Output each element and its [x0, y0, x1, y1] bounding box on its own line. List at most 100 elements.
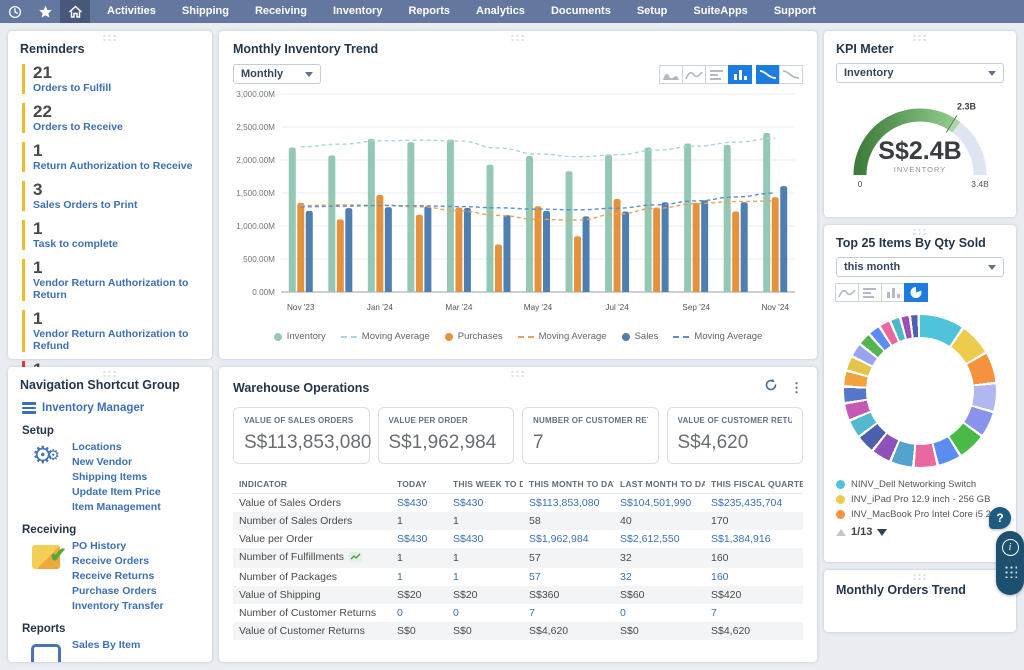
nav-item-reports[interactable]: Reports	[395, 0, 463, 23]
shortcut-link[interactable]: Shipping Items	[72, 470, 161, 485]
inventory-trend-panel: Monthly Inventory Trend Monthly 0.00M500…	[219, 31, 817, 359]
nav-item-receiving[interactable]: Receiving	[242, 0, 320, 23]
reminder-link[interactable]: Task to complete	[33, 238, 200, 250]
value-cell[interactable]: 0	[614, 604, 705, 622]
area-chart-icon[interactable]	[659, 65, 683, 84]
legend-item[interactable]: Sales	[622, 331, 659, 342]
help-button[interactable]: ?	[989, 507, 1011, 529]
legend-item[interactable]: Purchases	[445, 331, 503, 342]
legend-color-dot	[836, 510, 845, 519]
shortcut-link[interactable]: Locations	[72, 440, 161, 455]
line-chart-icon[interactable]	[835, 283, 859, 302]
value-cell[interactable]: S$2,612,550	[614, 530, 705, 548]
value-cell[interactable]: S$235,435,704	[705, 494, 803, 513]
shortcut-link[interactable]: Sales By Item	[72, 638, 140, 653]
trend-curve2-icon[interactable]	[779, 65, 803, 84]
sparkline-icon[interactable]	[349, 552, 362, 565]
hbar-chart-icon[interactable]	[705, 65, 729, 84]
legend-label: INV_iPad Pro 12.9 inch - 256 GB	[851, 492, 990, 507]
legend-item[interactable]: Moving Average	[341, 331, 430, 342]
orders-trend-title: Monthly Orders Trend	[836, 583, 1004, 597]
value-cell[interactable]: 7	[523, 604, 614, 622]
shortcut-section-heading: Receiving	[22, 524, 200, 536]
line-chart-icon[interactable]	[682, 65, 706, 84]
legend-item[interactable]: Inventory	[274, 331, 326, 342]
value-cell[interactable]: 7	[705, 604, 803, 622]
history-icon[interactable]	[0, 0, 30, 23]
top-items-select[interactable]: this month	[836, 257, 1004, 277]
value-cell[interactable]: S$430	[391, 494, 447, 513]
feedback-widget[interactable]: i	[996, 531, 1024, 595]
reminder-link[interactable]: Vendor Return Authorization to Refund	[33, 328, 200, 352]
shortcut-link[interactable]: Receive Orders	[72, 554, 164, 569]
table-column-header[interactable]: LAST MONTH TO DATE	[614, 474, 705, 494]
nav-item-setup[interactable]: Setup	[624, 0, 681, 23]
kpi-meter-select[interactable]: Inventory	[836, 63, 1004, 83]
value-cell[interactable]: 0	[447, 604, 523, 622]
legend-page-down-icon[interactable]	[877, 529, 887, 536]
pie-legend-item[interactable]: INV_iPad Pro 12.9 inch - 256 GB	[836, 492, 1004, 507]
shortcut-link[interactable]: PO History	[72, 539, 164, 554]
info-icon[interactable]: i	[1002, 539, 1019, 556]
shortcut-section-heading: Reports	[22, 623, 200, 635]
pie-legend-item[interactable]: NINV_Dell Networking Switch	[836, 477, 1004, 492]
inventory-trend-chart[interactable]: 0.00M500.00M1,000.00M1,500.00M2,000.00M2…	[233, 84, 803, 322]
pie-legend-item[interactable]: INV_MacBook Pro Intel Core i5 2 GHz D	[836, 507, 1004, 522]
star-icon[interactable]	[30, 0, 60, 23]
value-cell[interactable]: 1	[391, 568, 447, 586]
value-cell[interactable]: S$430	[447, 530, 523, 548]
legend-item[interactable]: Moving Average	[673, 331, 762, 342]
nav-item-activities[interactable]: Activities	[94, 0, 169, 23]
value-cell[interactable]: 1	[447, 568, 523, 586]
legend-item[interactable]: Moving Average	[518, 331, 607, 342]
shortcut-link[interactable]: New Vendor	[72, 455, 161, 470]
kebab-menu-icon[interactable]: ⋮	[790, 381, 803, 394]
table-column-header[interactable]: THIS WEEK TO DATE	[447, 474, 523, 494]
value-cell[interactable]: 57	[523, 568, 614, 586]
reminder-link[interactable]: Vendor Return Authorization to Return	[33, 277, 200, 301]
vbar-chart-icon[interactable]	[881, 283, 905, 302]
nav-item-documents[interactable]: Documents	[538, 0, 624, 23]
trend-curve-icon[interactable]	[756, 65, 780, 84]
value-cell[interactable]: S$113,853,080	[523, 494, 614, 513]
value-cell[interactable]: 0	[391, 604, 447, 622]
reminder-link[interactable]: Orders to Receive	[33, 121, 200, 133]
value-cell[interactable]: 32	[614, 568, 705, 586]
indicator-cell: Value of Shipping	[233, 586, 391, 604]
nav-item-shipping[interactable]: Shipping	[169, 0, 242, 23]
shortcut-link[interactable]: Inventory Transfer	[72, 599, 164, 614]
top-items-donut-chart[interactable]	[844, 315, 996, 467]
shortcut-link[interactable]: Update Item Price	[72, 485, 161, 500]
shortcut-link[interactable]: Receive Returns	[72, 569, 164, 584]
shortcut-inventory-manager[interactable]: Inventory Manager	[22, 400, 200, 416]
reminder-link[interactable]: Return Authorization to Receive	[33, 160, 200, 172]
kpi-tile-value: S$113,853,080	[244, 432, 359, 454]
table-column-header[interactable]: THIS MONTH TO DATE	[523, 474, 614, 494]
value-cell[interactable]: S$1,384,916	[705, 530, 803, 548]
nav-item-analytics[interactable]: Analytics	[463, 0, 538, 23]
shortcut-link[interactable]: Item Management	[72, 500, 161, 515]
table-column-header[interactable]: THIS FISCAL QUARTER TO DATE	[705, 474, 803, 494]
value-cell[interactable]: S$430	[447, 494, 523, 513]
hbar-chart-icon[interactable]	[858, 283, 882, 302]
value-cell[interactable]: S$430	[391, 530, 447, 548]
reminder-link[interactable]: Sales Orders to Print	[33, 199, 200, 211]
pie-chart-icon[interactable]	[904, 283, 928, 302]
reminder-link[interactable]: Orders to Fulfill	[33, 82, 200, 94]
kpi-tile: VALUE PER ORDERS$1,962,984	[378, 407, 515, 464]
refresh-icon[interactable]	[764, 378, 778, 397]
home-icon[interactable]	[60, 0, 90, 23]
value-cell[interactable]: S$104,501,990	[614, 494, 705, 513]
nav-item-support[interactable]: Support	[761, 0, 829, 23]
table-column-header[interactable]: INDICATOR	[233, 474, 391, 494]
nav-item-inventory[interactable]: Inventory	[320, 0, 396, 23]
value-cell[interactable]: 160	[705, 568, 803, 586]
apps-grid-icon[interactable]	[1004, 565, 1017, 578]
value-cell[interactable]: S$1,962,984	[523, 530, 614, 548]
legend-page-up-icon[interactable]	[836, 529, 846, 536]
nav-item-suiteapps[interactable]: SuiteApps	[680, 0, 760, 23]
table-column-header[interactable]: TODAY	[391, 474, 447, 494]
shortcut-link[interactable]: Purchase Orders	[72, 584, 164, 599]
trend-period-select[interactable]: Monthly	[233, 64, 321, 84]
vbar-chart-icon[interactable]	[728, 65, 752, 84]
